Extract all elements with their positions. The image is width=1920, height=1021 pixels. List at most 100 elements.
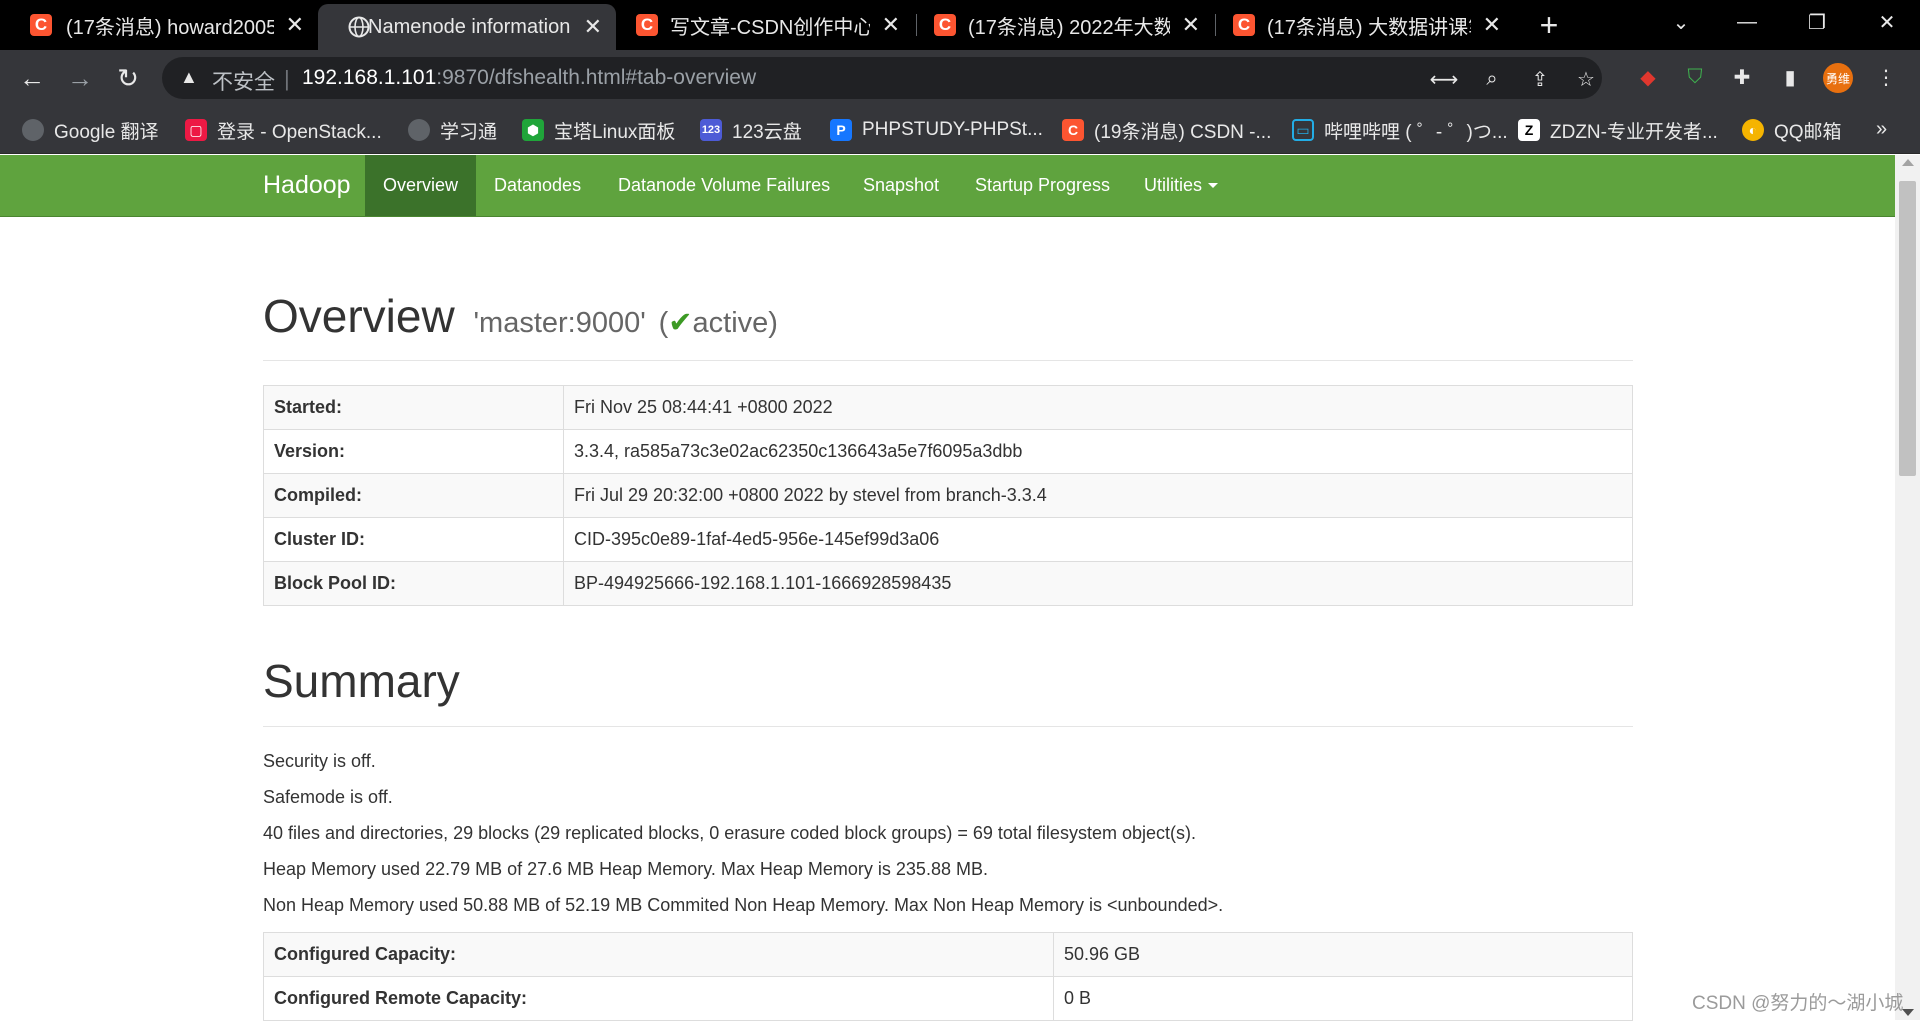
warning-icon: ▲ <box>180 67 198 87</box>
tab-title: (17条消息) howard2005的 <box>66 16 274 39</box>
row-key: Compiled: <box>263 473 564 518</box>
restore-icon[interactable]: ❐ <box>1782 0 1852 44</box>
profile-avatar[interactable]: 勇维 <box>1823 63 1853 93</box>
tab-title: 写文章-CSDN创作中心 <box>670 16 870 39</box>
row-key: Version: <box>263 429 564 474</box>
close-icon[interactable]: ✕ <box>1182 12 1200 38</box>
bookmark-label: 哔哩哔哩 ( ゜- ゜)つ... <box>1324 121 1508 143</box>
bookmark-label: 123云盘 <box>732 121 802 143</box>
table-row: Configured Remote Capacity: 0 B <box>263 976 1633 1021</box>
bookmark-item[interactable]: C (19条消息) CSDN -... <box>1062 116 1271 144</box>
tab-overview[interactable]: Overview <box>365 155 477 216</box>
close-icon[interactable]: ✕ <box>882 12 900 38</box>
zdzn-icon: Z <box>1518 119 1540 141</box>
summary-line: Safemode is off. <box>263 787 393 807</box>
namenode-address: 'master:9000' <box>473 307 646 339</box>
qqmail-icon: ◐ <box>1742 119 1764 141</box>
menu-kebab-icon[interactable]: ⋮ <box>1871 62 1901 92</box>
share-icon[interactable]: ⇪ <box>1526 65 1554 93</box>
table-row: Started: Fri Nov 25 08:44:41 +0800 2022 <box>263 385 1633 430</box>
scrollbar-thumb[interactable] <box>1899 181 1916 476</box>
zoom-icon[interactable]: ⌕ <box>1478 65 1506 93</box>
bookmarks-bar: Google 翻译 ▢ 登录 - OpenStack... 学习通 ⬢ 宝塔Li… <box>0 106 1920 154</box>
row-value: Fri Jul 29 20:32:00 +0800 2022 by stevel… <box>563 473 1633 518</box>
bookmark-star-icon[interactable]: ☆ <box>1572 65 1600 93</box>
minimize-icon[interactable]: — <box>1712 0 1782 44</box>
summary-line: 40 files and directories, 29 blocks (29 … <box>263 823 1196 843</box>
row-value: Fri Nov 25 08:44:41 +0800 2022 <box>563 385 1633 430</box>
security-label: 不安全 <box>212 71 275 94</box>
browser-tab[interactable]: C (17条消息) 2022年大数据 ✕ <box>916 0 1214 50</box>
summary-line: Non Heap Memory used 50.88 MB of 52.19 M… <box>263 895 1224 915</box>
browser-toolbar: ← → ↻ ▲ 不安全 | 192.168.1.101:9870/dfsheal… <box>0 50 1920 106</box>
bookmark-label: (19条消息) CSDN -... <box>1094 121 1272 143</box>
row-key: Block Pool ID: <box>263 561 564 606</box>
utilities-dropdown[interactable]: Utilities <box>1126 155 1236 216</box>
tab-startup-progress[interactable]: Startup Progress <box>957 155 1128 216</box>
table-row: Block Pool ID: BP-494925666-192.168.1.101… <box>263 561 1633 606</box>
extension-fox-icon[interactable]: ◆ <box>1633 62 1663 92</box>
browser-tab[interactable]: C (17条消息) 大数据讲课笔 ✕ <box>1215 0 1515 50</box>
bookmarks-overflow-icon[interactable]: » <box>1876 118 1887 141</box>
csdn-icon: C <box>636 14 658 36</box>
forward-icon[interactable]: → <box>62 60 98 96</box>
vertical-scrollbar[interactable] <box>1895 155 1920 1020</box>
summary-line: Heap Memory used 22.79 MB of 27.6 MB Hea… <box>263 859 988 879</box>
phpstudy-icon: P <box>830 119 852 141</box>
bookmark-item[interactable]: ▭ 哔哩哔哩 ( ゜- ゜)つ... <box>1292 116 1508 144</box>
extensions-puzzle-icon[interactable]: ✚ <box>1727 62 1757 92</box>
close-icon[interactable]: ✕ <box>1483 12 1501 38</box>
tab-datanodes[interactable]: Datanodes <box>476 155 599 216</box>
tab-search-icon[interactable]: ⌄ <box>1646 0 1716 44</box>
bookmark-item[interactable]: ◐ QQ邮箱 <box>1742 116 1842 144</box>
bookmark-item[interactable]: 学习通 <box>408 116 497 144</box>
overview-heading: Overview 'master:9000' (✔active) <box>263 289 778 343</box>
caret-down-icon <box>1208 183 1219 188</box>
globe-icon <box>22 119 44 141</box>
csdn-icon: C <box>1062 119 1084 141</box>
baota-icon: ⬢ <box>522 119 544 141</box>
browser-tab-active[interactable]: Namenode information ✕ <box>318 4 616 50</box>
side-panel-icon[interactable]: ▮ <box>1775 62 1805 92</box>
browser-tab[interactable]: C 写文章-CSDN创作中心 ✕ <box>616 0 914 50</box>
bookmark-item[interactable]: 123 123云盘 <box>700 116 802 144</box>
close-icon[interactable]: ✕ <box>286 12 304 38</box>
table-row: Cluster ID: CID-395c0e89-1faf-4ed5-956e-1… <box>263 517 1633 562</box>
back-icon[interactable]: ← <box>14 60 50 96</box>
new-tab-button[interactable]: + <box>1530 6 1568 44</box>
bookmark-item[interactable]: ▢ 登录 - OpenStack... <box>185 116 382 144</box>
bookmark-item[interactable]: Google 翻译 <box>22 116 159 144</box>
browser-tab[interactable]: C (17条消息) howard2005的 ✕ <box>0 0 318 50</box>
bookmark-item[interactable]: ⬢ 宝塔Linux面板 <box>522 116 675 144</box>
bookmark-item[interactable]: Z ZDZN-专业开发者... <box>1518 116 1718 144</box>
reload-icon[interactable]: ↻ <box>110 60 146 96</box>
table-row: Version: 3.3.4, ra585a73c3e02ac62350c1366… <box>263 429 1633 474</box>
hadoop-brand[interactable]: Hadoop <box>263 171 351 200</box>
bookmark-label: Google 翻译 <box>54 121 159 143</box>
address-bar[interactable]: ▲ 不安全 | 192.168.1.101:9870/dfshealth.htm… <box>162 57 1602 99</box>
row-value: 3.3.4, ra585a73c3e02ac62350c136643a5e7f6… <box>563 429 1633 474</box>
close-window-icon[interactable]: ✕ <box>1852 0 1920 44</box>
tab-snapshot[interactable]: Snapshot <box>845 155 957 216</box>
globe-icon <box>348 16 370 38</box>
bookmark-label: ZDZN-专业开发者... <box>1550 121 1718 143</box>
tab-title: (17条消息) 大数据讲课笔 <box>1267 16 1471 39</box>
bookmark-label: 宝塔Linux面板 <box>554 121 676 143</box>
csdn-icon: C <box>30 14 52 36</box>
bookmark-item[interactable]: P PHPSTUDY-PHPSt... <box>830 116 1043 144</box>
hadoop-navbar: Hadoop Overview Datanodes Datanode Volum… <box>0 155 1895 217</box>
tab-datanode-volume-failures[interactable]: Datanode Volume Failures <box>600 155 848 216</box>
close-icon[interactable]: ✕ <box>584 14 602 40</box>
scroll-down-icon[interactable] <box>1902 1009 1914 1016</box>
bilibili-icon: ▭ <box>1292 119 1314 141</box>
watermark: CSDN @努力的～湖小城 <box>1692 993 1904 1014</box>
bookmark-label: 登录 - OpenStack... <box>217 121 382 143</box>
extension-shield-icon[interactable]: ⛉ <box>1680 62 1710 92</box>
csdn-icon: C <box>934 14 956 36</box>
check-icon: ✔ <box>668 307 693 339</box>
translate-icon[interactable]: ⟷ <box>1430 65 1459 93</box>
capacity-table: Configured Capacity: 50.96 GB Configured … <box>263 932 1633 1021</box>
table-row: Configured Capacity: 50.96 GB <box>263 932 1633 977</box>
url-host: 192.168.1.101 <box>302 66 437 89</box>
scroll-up-icon[interactable] <box>1902 159 1914 166</box>
